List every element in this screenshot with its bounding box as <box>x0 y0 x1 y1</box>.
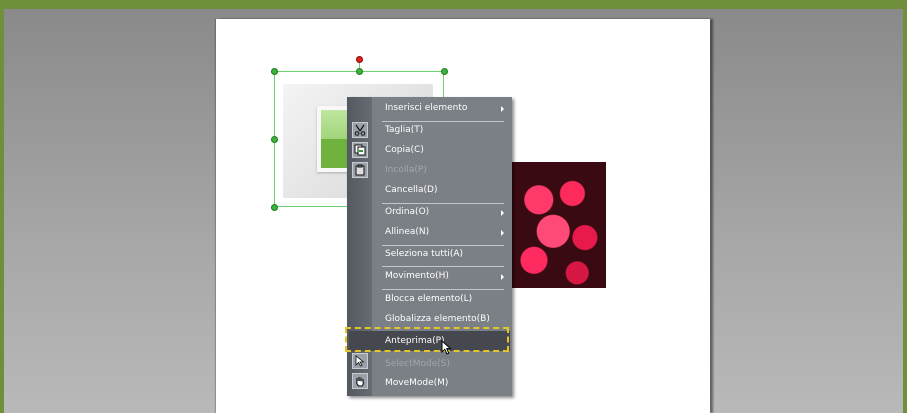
menu-separator <box>382 266 504 267</box>
submenu-arrow-icon <box>501 230 504 236</box>
menu-item-cut[interactable]: Taglia(T) <box>385 123 423 138</box>
menu-separator <box>382 289 504 290</box>
menu-separator <box>382 203 504 204</box>
menu-item-movement[interactable]: Movimento(H) <box>385 269 449 284</box>
menu-item-order[interactable]: Ordina(O) <box>385 205 429 220</box>
submenu-arrow-icon <box>501 106 504 112</box>
menu-item-paste: Incolla(P) <box>385 165 427 175</box>
menu-item-select-mode: SelectMode(S) <box>385 359 451 369</box>
resize-handle-top-left[interactable] <box>271 68 278 75</box>
rotation-handle[interactable] <box>356 56 363 63</box>
menu-item-copy[interactable]: Copia(C) <box>385 143 424 158</box>
resize-handle-bottom-left[interactable] <box>271 204 278 211</box>
scissors-icon <box>352 122 368 138</box>
paste-icon <box>352 162 368 178</box>
flower-photo[interactable] <box>510 162 606 288</box>
resize-handle-middle-left[interactable] <box>271 136 278 143</box>
menu-item-align[interactable]: Allinea(N) <box>385 225 429 240</box>
menu-item-globalize-element[interactable]: Globalizza elemento(B) <box>385 312 490 327</box>
menu-item-move-mode[interactable]: MoveMode(M) <box>385 376 448 391</box>
mouse-cursor-icon <box>441 339 453 355</box>
copy-icon <box>352 142 368 158</box>
menu-item-select-all[interactable]: Seleziona tutti(A) <box>385 247 463 262</box>
menu-separator <box>382 121 504 122</box>
focus-dashed-outline <box>345 327 509 352</box>
menu-separator <box>382 245 504 246</box>
resize-handle-top-middle[interactable] <box>356 68 363 75</box>
menu-item-lock-element[interactable]: Blocca elemento(L) <box>385 292 472 307</box>
submenu-arrow-icon <box>501 274 504 280</box>
menu-item-delete[interactable]: Cancella(D) <box>385 183 437 198</box>
resize-handle-top-right[interactable] <box>441 68 448 75</box>
submenu-arrow-icon <box>501 210 504 216</box>
arrow-pointer-icon <box>352 353 368 369</box>
menu-item-insert-element[interactable]: Inserisci elemento <box>385 101 467 116</box>
hand-icon <box>352 373 368 389</box>
